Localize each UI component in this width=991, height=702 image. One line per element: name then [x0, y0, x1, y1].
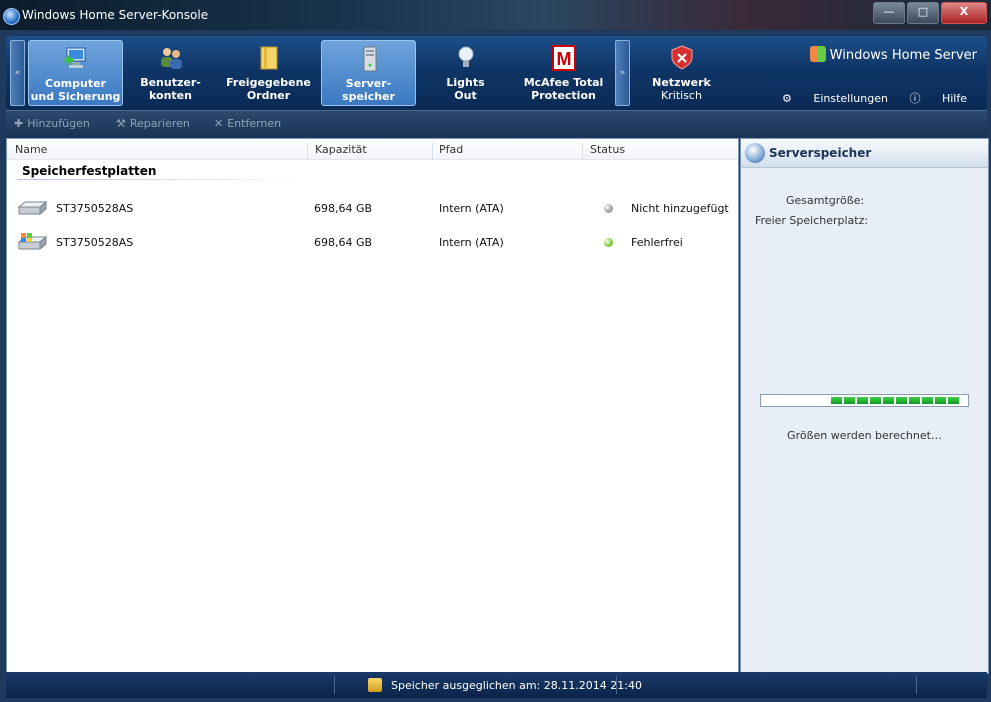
panel-header: Serverspeicher	[741, 139, 988, 168]
row-status: Fehlerfrei	[631, 236, 683, 249]
tab-shared-folders[interactable]: Freigegebene Ordner	[222, 40, 315, 104]
shield-error-icon	[671, 45, 693, 70]
tab-computer-line2: und Sicherung	[30, 90, 121, 103]
table-row[interactable]: ST3750528AS 698,64 GB Intern (ATA) Fehle…	[7, 232, 738, 254]
users-icon	[161, 48, 182, 69]
column-status[interactable]: Status	[590, 143, 625, 156]
row-capacity: 698,64 GB	[314, 236, 373, 249]
brand-name: Windows Home Server	[829, 48, 977, 63]
server-icon	[363, 46, 377, 72]
tab-computer[interactable]: Computer und Sicherung	[28, 40, 123, 106]
nav-scroll-left-button[interactable]: «	[10, 40, 25, 106]
nav-scroll-right-button[interactable]: »	[615, 40, 630, 106]
network-status-button[interactable]: Netzwerk Kritisch	[635, 40, 728, 104]
remove-label: Entfernen	[227, 117, 282, 130]
total-size-label: Gesamtgröße:	[786, 194, 865, 207]
column-name[interactable]: Name	[15, 143, 47, 156]
wrench-icon: ⚒	[116, 117, 126, 130]
row-path: Intern (ATA)	[439, 202, 504, 215]
details-panel: Serverspeicher Gesamtgröße: Freier Speic…	[740, 138, 989, 674]
lightbulb-icon	[458, 46, 474, 67]
tab-shared-folders-line1: Freigegebene	[226, 76, 311, 89]
svg-text:M: M	[557, 49, 572, 69]
tab-shared-folders-line2: Ordner	[246, 89, 291, 102]
maximize-button[interactable]: □	[907, 2, 939, 24]
row-status: Nicht hinzugefügt	[631, 202, 729, 215]
add-button[interactable]: ✚ Hinzufügen	[14, 117, 90, 130]
tab-users-line1: Benutzer-	[140, 76, 201, 89]
computer-icon	[64, 47, 86, 68]
help-label: Hilfe	[941, 92, 967, 105]
tab-server-storage-line2: speicher	[342, 90, 395, 103]
row-name: ST3750528AS	[56, 202, 134, 215]
calculating-text: Größen werden berechnet…	[787, 429, 942, 442]
close-button[interactable]: X	[941, 2, 987, 24]
repair-label: Reparieren	[129, 117, 190, 130]
tab-users[interactable]: Benutzer-konten	[124, 40, 217, 104]
tab-lights-out-line2: Out	[454, 89, 477, 102]
help-link[interactable]: ⓘ Hilfe	[909, 92, 967, 105]
status-dot-icon	[604, 238, 613, 247]
title-bar: Windows Home Server-Konsole — □ X	[0, 0, 991, 30]
row-capacity: 698,64 GB	[314, 202, 373, 215]
disk-list: Name Kapazität Pfad Status Speicherfestp…	[6, 138, 739, 674]
brand-logo: Windows Home Server	[809, 46, 977, 63]
column-capacity[interactable]: Kapazität	[315, 143, 367, 156]
folder-icon	[260, 46, 278, 70]
tab-users-line2: konten	[149, 89, 192, 102]
storage-balanced-icon	[368, 678, 382, 692]
mcafee-icon: M	[552, 45, 576, 71]
row-name: ST3750528AS	[56, 236, 134, 249]
tab-lights-out[interactable]: Lights Out	[419, 40, 512, 104]
remove-icon: ✕	[214, 117, 224, 130]
status-bar: Speicher ausgeglichen am: 28.11.2014 21:…	[6, 672, 987, 698]
console-frame: « Computer und Sicherung Benutzer-konten …	[0, 30, 991, 702]
calculation-progress-bar	[760, 394, 969, 407]
settings-label: Einstellungen	[813, 92, 888, 105]
app-icon	[3, 8, 20, 25]
tab-mcafee[interactable]: M McAfee Total Protection	[517, 40, 610, 104]
system-drive-icon	[17, 233, 47, 251]
table-row[interactable]: ST3750528AS 698,64 GB Intern (ATA) Nicht…	[7, 198, 738, 220]
hard-drive-icon	[17, 200, 47, 216]
tab-server-storage-line1: Server-	[345, 77, 392, 90]
remove-button[interactable]: ✕ Entfernen	[214, 117, 281, 130]
status-dot-icon	[604, 204, 613, 213]
tab-mcafee-line1: McAfee Total	[523, 76, 604, 89]
window-title: Windows Home Server-Konsole	[22, 8, 209, 22]
network-label: Netzwerk	[652, 76, 711, 89]
windows-flag-icon	[809, 46, 826, 62]
network-status: Kritisch	[661, 89, 702, 102]
storage-icon	[745, 143, 765, 163]
tab-mcafee-line2: Protection	[531, 89, 596, 102]
status-text: Speicher ausgeglichen am: 28.11.2014 21:…	[391, 679, 642, 692]
row-path: Intern (ATA)	[439, 236, 504, 249]
tab-server-storage[interactable]: Server-speicher	[321, 40, 416, 106]
minimize-button[interactable]: —	[873, 2, 905, 24]
plus-icon: ✚	[14, 117, 24, 130]
column-path[interactable]: Pfad	[439, 143, 463, 156]
nav-bar: « Computer und Sicherung Benutzer-konten …	[6, 36, 987, 110]
panel-title: Serverspeicher	[769, 146, 872, 160]
group-header: Speicherfestplatten	[22, 164, 157, 178]
tab-lights-out-line1: Lights	[446, 76, 485, 89]
tab-computer-line1: Computer	[45, 77, 106, 90]
settings-link[interactable]: ⚙ Einstellungen	[782, 92, 888, 105]
free-space-label: Freier Speicherplatz:	[755, 214, 869, 227]
toolbar: ✚ Hinzufügen ⚒ Reparieren ✕ Entfernen	[6, 110, 987, 137]
add-label: Hinzufügen	[27, 117, 90, 130]
repair-button[interactable]: ⚒ Reparieren	[116, 117, 190, 130]
column-header: Name Kapazität Pfad Status	[7, 139, 738, 160]
